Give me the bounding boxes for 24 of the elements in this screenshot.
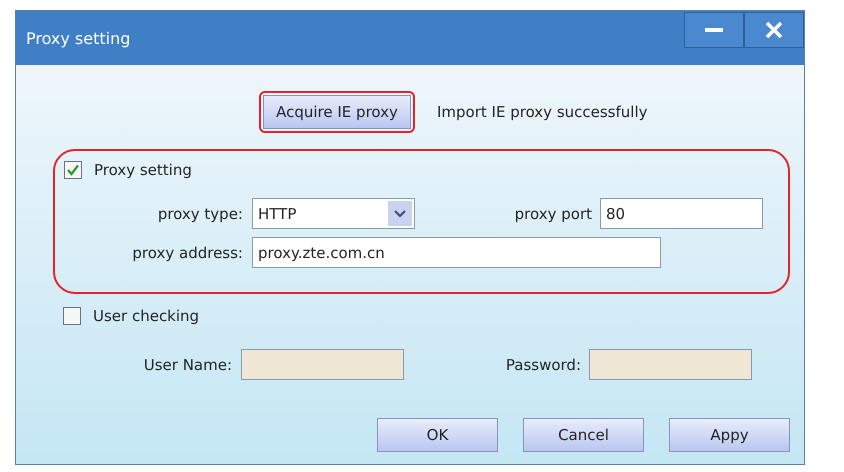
minimize-button[interactable]: [684, 12, 744, 48]
chevron-icon: [388, 201, 412, 226]
field-label: User Name:: [142, 356, 233, 374]
proxy-port-field[interactable]: 80: [600, 198, 763, 229]
minimize-icon: [705, 28, 723, 32]
status-message: Import IE proxy successfully: [437, 103, 648, 121]
checkbox[interactable]: [63, 307, 81, 325]
dialog-button[interactable]: OK: [377, 418, 498, 452]
acquire-proxy-button[interactable]: Acquire IE proxy: [263, 95, 411, 129]
close-button[interactable]: [744, 12, 804, 48]
checkbox-label: Proxy setting: [94, 161, 192, 179]
field-label: proxy type:: [156, 204, 244, 222]
dialog-button[interactable]: Cancel: [523, 418, 644, 452]
field-label: proxy port: [514, 204, 593, 222]
checkbox[interactable]: [64, 161, 82, 179]
window-title: Proxy setting: [26, 28, 130, 48]
proxy-address-field[interactable]: proxy.zte.com.cn: [252, 237, 661, 268]
proxy-type-dropdown[interactable]: HTTP: [252, 198, 415, 229]
field-label: Password:: [504, 356, 582, 374]
field-label: proxy address:: [131, 244, 244, 262]
check-icon: [66, 163, 80, 177]
dialog-button[interactable]: Appy: [669, 418, 790, 452]
close-icon: [765, 21, 783, 39]
checkbox-label: User checking: [93, 307, 200, 325]
